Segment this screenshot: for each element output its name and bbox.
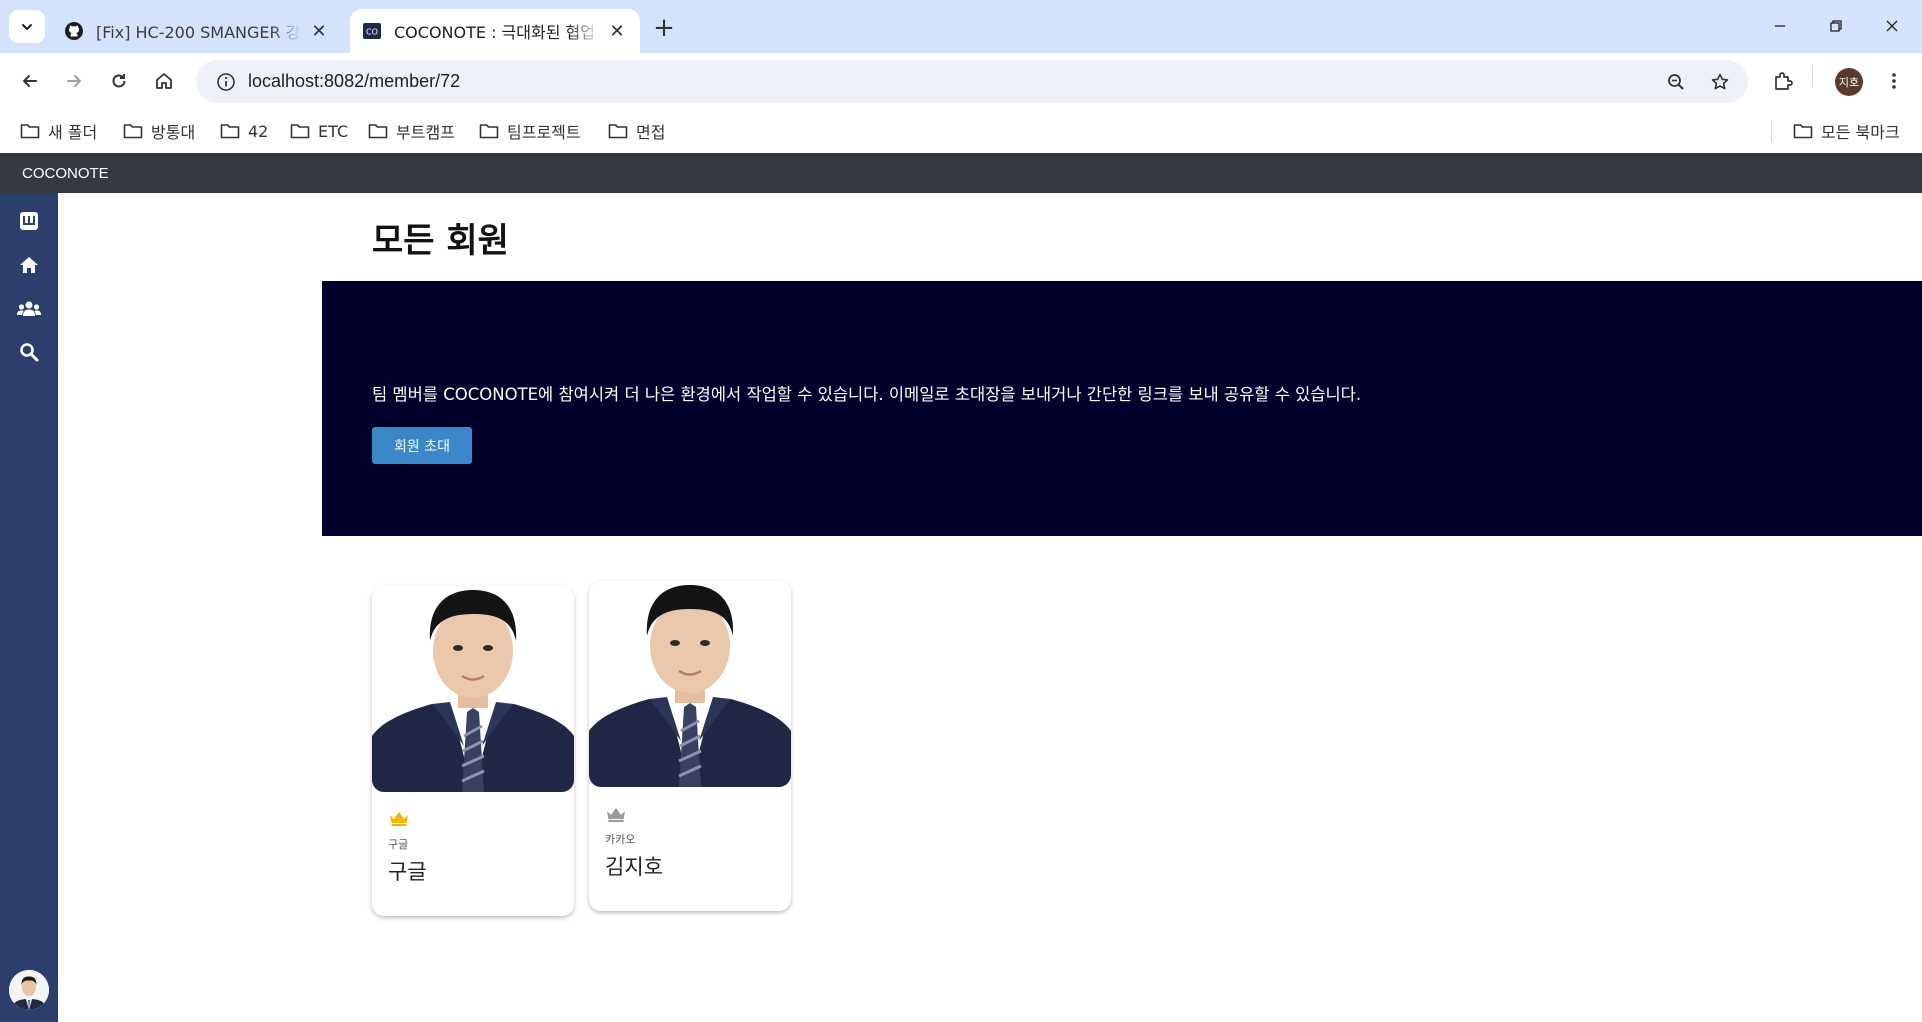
bookmark-folder[interactable]: 42 — [220, 118, 268, 144]
bookmarks-divider — [1771, 120, 1772, 142]
url-text: localhost:8082/member/72 — [248, 71, 461, 91]
close-window-button[interactable] — [1872, 8, 1912, 44]
bookmark-label: 방통대 — [151, 123, 196, 142]
invite-banner: 팀 멤버를 COCONOTE에 참여시켜 더 나은 환경에서 작업할 수 있습니… — [322, 281, 1922, 536]
bookmark-folder[interactable]: 방통대 — [123, 118, 195, 144]
bookmark-folder[interactable]: 부트캠프 — [368, 118, 455, 144]
sidebar — [0, 193, 58, 1022]
bookmark-folder[interactable]: 새 폴더 — [20, 118, 97, 144]
folder-icon — [220, 124, 240, 139]
reload-icon — [112, 74, 126, 88]
folder-icon — [123, 124, 143, 139]
coconote-favicon: CO — [362, 21, 382, 41]
site-info-icon[interactable] — [204, 72, 248, 92]
close-icon[interactable]: ✕ — [308, 20, 330, 42]
zoom-icon[interactable] — [1658, 60, 1694, 103]
toolbar-divider — [1812, 65, 1813, 87]
browser-menu-button[interactable] — [1876, 63, 1912, 99]
bookmark-folder[interactable]: 면접 — [608, 118, 665, 144]
chevron-down-icon — [22, 23, 32, 30]
puzzle-icon — [1775, 72, 1793, 90]
member-provider: 카카오 — [605, 833, 636, 846]
restore-icon — [1830, 20, 1842, 32]
folder-icon — [1793, 124, 1813, 139]
folder-icon — [290, 124, 310, 139]
minimize-icon — [1775, 25, 1785, 27]
bookmark-folder[interactable]: ETC — [290, 118, 348, 144]
invite-member-button[interactable]: 회원 초대 — [372, 427, 472, 464]
home-button[interactable] — [146, 63, 182, 99]
tab-search-button[interactable] — [9, 10, 45, 43]
folder-icon — [368, 124, 388, 139]
main-content: 모든 회원 팀 멤버를 COCONOTE에 참여시켜 더 나은 환경에서 작업할… — [58, 193, 1922, 1022]
browser-toolbar: localhost:8082/member/72 지호 — [0, 53, 1922, 110]
user-avatar[interactable] — [9, 970, 49, 1010]
page-title: 모든 회원 — [372, 221, 509, 261]
minimize-button[interactable] — [1760, 8, 1800, 44]
tab-title: [Fix] HC-200 SMANGER 강등 에러 — [96, 23, 302, 42]
restore-button[interactable] — [1816, 8, 1856, 44]
member-photo — [372, 586, 574, 792]
members-icon[interactable] — [16, 296, 42, 322]
bookmark-label: 새 폴더 — [48, 123, 98, 142]
bookmark-label: 모든 북마크 — [1821, 123, 1900, 142]
crown-icon — [390, 812, 408, 826]
bookmark-label: 42 — [248, 121, 269, 141]
search-icon[interactable] — [16, 339, 42, 365]
all-bookmarks-folder[interactable]: 모든 북마크 — [1793, 118, 1900, 144]
workspace-icon[interactable] — [16, 208, 42, 234]
member-provider: 구글 — [388, 838, 409, 851]
forward-button[interactable] — [56, 63, 92, 99]
bookmark-label: 부트캠프 — [396, 123, 455, 142]
bookmark-label: 팀프로젝트 — [507, 123, 581, 142]
arrow-left-icon — [23, 75, 37, 87]
reload-button[interactable] — [101, 63, 137, 99]
member-card[interactable]: 카카오 김지호 — [589, 581, 791, 911]
github-icon — [64, 21, 84, 41]
crown-icon — [607, 808, 625, 822]
profile-avatar[interactable]: 지호 — [1835, 68, 1863, 96]
browser-tab-strip: [Fix] HC-200 SMANGER 강등 에러 ✕ CO COCONOTE… — [0, 0, 1922, 53]
bookmark-label: ETC — [318, 121, 349, 141]
bookmark-star-icon[interactable] — [1702, 60, 1738, 103]
member-photo — [589, 581, 791, 787]
address-bar[interactable]: localhost:8082/member/72 — [196, 60, 1748, 103]
bookmark-label: 면접 — [636, 123, 666, 142]
member-name: 구글 — [388, 860, 427, 884]
svg-text:CO: CO — [366, 28, 378, 37]
folder-icon — [20, 124, 40, 139]
tab-coconote[interactable]: CO COCONOTE : 극대화된 협업 툴 ✕ — [350, 9, 640, 53]
tab-github[interactable]: [Fix] HC-200 SMANGER 강등 에러 ✕ — [52, 9, 342, 53]
folder-icon — [608, 124, 628, 139]
app-header: COCONOTE — [0, 153, 1922, 193]
home-icon — [156, 73, 172, 89]
bookmarks-bar: 새 폴더 방통대 42 ETC 부트캠프 팀프로젝트 면접 모든 북마크 — [0, 110, 1922, 153]
member-name: 김지호 — [605, 855, 663, 879]
more-vertical-icon — [1892, 73, 1896, 89]
new-tab-button[interactable]: + — [648, 12, 680, 44]
folder-icon — [479, 124, 499, 139]
brand-logo-text[interactable]: COCONOTE — [22, 165, 109, 182]
member-card[interactable]: 구글 구글 — [372, 586, 574, 916]
close-icon — [1886, 20, 1898, 32]
close-icon[interactable]: ✕ — [606, 20, 628, 42]
extensions-button[interactable] — [1765, 63, 1801, 99]
home-icon[interactable] — [16, 252, 42, 278]
invite-description: 팀 멤버를 COCONOTE에 참여시켜 더 나은 환경에서 작업할 수 있습니… — [372, 385, 1362, 404]
arrow-right-icon — [67, 75, 81, 87]
back-button[interactable] — [12, 63, 48, 99]
bookmark-folder[interactable]: 팀프로젝트 — [479, 118, 581, 144]
tab-title: COCONOTE : 극대화된 협업 툴 — [394, 23, 600, 42]
